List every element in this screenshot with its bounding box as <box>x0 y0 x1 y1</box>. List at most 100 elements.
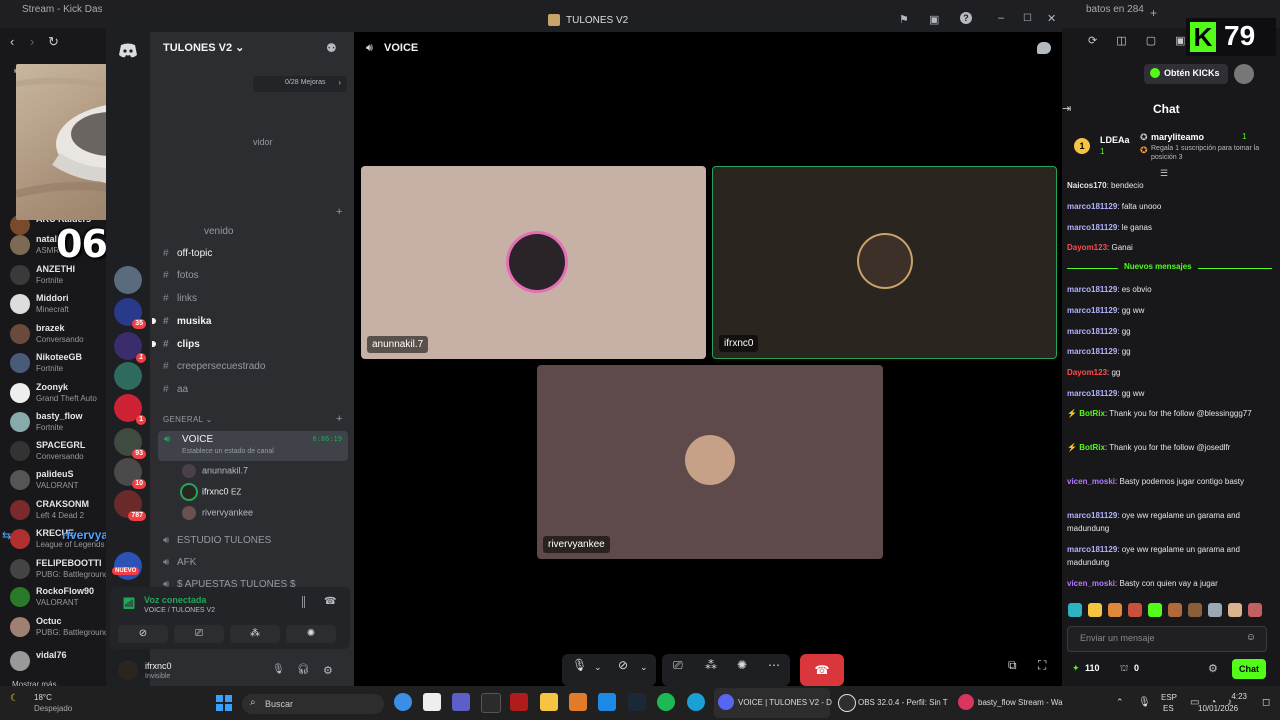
chat-username[interactable]: marco181129 <box>1067 327 1117 336</box>
category-general[interactable]: GENERAL ⌄ <box>163 415 213 424</box>
channel-label-partial[interactable]: venido <box>204 226 233 237</box>
app-icon[interactable] <box>510 693 528 711</box>
help-icon[interactable]: ? <box>960 12 972 24</box>
server-icon[interactable] <box>114 552 142 580</box>
channel-aa[interactable]: # aa <box>163 384 188 402</box>
participant-tile[interactable]: anunnakil.7 <box>361 166 706 359</box>
server-icon[interactable]: 10 <box>114 458 146 489</box>
teams-icon[interactable] <box>452 693 470 711</box>
taskbar-app-browser[interactable]: basty_flow Stream - Wa <box>954 688 1070 718</box>
followed-channel[interactable]: basty_flow Fortnite <box>8 409 106 437</box>
clock-time[interactable]: 4:23 <box>1223 692 1247 701</box>
voice-connected-channel[interactable]: VOICE / TULONES V2 <box>144 607 215 614</box>
chat-username[interactable]: marco181129 <box>1067 202 1117 211</box>
soundboard-button[interactable]: ✺ <box>737 658 747 672</box>
forward-icon[interactable]: › <box>30 34 34 49</box>
server-name[interactable]: TULONES V2 ⌄ <box>163 41 244 54</box>
browser-tab[interactable]: Stream - Kick Dash <box>22 4 102 24</box>
settings-gear-icon[interactable]: ⚙ <box>323 664 333 677</box>
avatar[interactable] <box>1234 64 1254 84</box>
server-icon[interactable] <box>114 266 142 294</box>
send-chat-button[interactable]: Chat <box>1232 659 1266 679</box>
channel-label-partial[interactable]: vidor <box>253 137 273 147</box>
headphones-icon[interactable]: 🎧︎ <box>297 664 310 675</box>
disconnect-button[interactable]: ☎ <box>800 654 844 686</box>
close-icon[interactable]: ✕ <box>1047 12 1056 25</box>
weather-icon[interactable]: ☾ <box>10 693 19 704</box>
channel-creepersecuestrado[interactable]: # creepersecuestrado <box>163 361 265 379</box>
language-indicator[interactable]: ESP <box>1161 693 1177 702</box>
chat-settings-icon[interactable]: ⚙ <box>1208 662 1218 675</box>
discord-home-icon[interactable] <box>114 36 142 64</box>
taskbar-app-obs[interactable]: OBS 32.0.4 - Perfil: Sin T <box>834 688 950 718</box>
chevron-down-icon[interactable]: ⌄ <box>640 662 648 673</box>
chat-username[interactable]: BotRix <box>1079 409 1105 418</box>
add-member-icon[interactable]: ⚉ <box>326 41 337 55</box>
chat-username[interactable]: BotRix <box>1079 443 1105 452</box>
voice-channel-active[interactable]: 🔊︎ VOICE 6:86:19 Establece un estado de … <box>158 431 348 461</box>
voice-user[interactable]: rivervyankee <box>182 506 253 524</box>
followed-channel[interactable]: brazek Conversando <box>8 321 106 349</box>
taskbar-search[interactable]: ⌕ Buscar <box>242 694 384 714</box>
participant-tile-speaking[interactable]: ifrxnc0 <box>712 166 1057 359</box>
followed-channel[interactable]: SPACEGRL Conversando <box>8 438 106 466</box>
top-gifter-name[interactable]: LDEAa <box>1100 135 1130 145</box>
spotify-icon[interactable] <box>657 693 675 711</box>
server-icon[interactable] <box>114 362 142 390</box>
noise-suppression-icon[interactable]: ║ <box>300 597 307 608</box>
server-icon[interactable]: 1 <box>114 332 146 363</box>
chat-username[interactable]: Dayom123 <box>1067 243 1107 252</box>
camera-off-button[interactable]: ⊘ <box>618 658 628 672</box>
activities-button[interactable]: ⁂ <box>230 625 280 643</box>
voice-channel-afk[interactable]: 🔊︎ AFK <box>163 557 196 575</box>
followed-channel[interactable]: NikoteeGB Fortnite <box>8 350 106 378</box>
channel-fotos[interactable]: # fotos <box>163 270 199 288</box>
voice-user[interactable]: ifrxnc0 EZ <box>182 485 241 503</box>
app-icon[interactable] <box>569 693 587 711</box>
minimize-icon[interactable]: – <box>998 12 1004 24</box>
followed-channel[interactable]: Octuc PUBG: Battlegrounds <box>8 614 112 642</box>
chat-input[interactable]: Enviar un mensaje ☺ <box>1067 626 1267 652</box>
activities-button[interactable]: ⁂ <box>705 658 717 672</box>
back-icon[interactable]: ‹ <box>10 34 14 49</box>
reload-icon[interactable]: ↻ <box>48 34 59 50</box>
followed-channel[interactable]: vidal76 <box>8 648 106 676</box>
boost-bar[interactable]: 0/28 Mejoras › <box>253 76 347 92</box>
server-icon[interactable]: 787 <box>114 490 146 521</box>
avatar[interactable] <box>118 660 138 680</box>
channel-musika[interactable]: # musika <box>163 316 211 334</box>
chat-username[interactable]: Naicos170 <box>1067 181 1107 190</box>
voice-user[interactable]: anunnakil.7 <box>182 464 248 482</box>
add-channel-icon[interactable]: + <box>336 206 342 218</box>
voice-channel-apuestas[interactable]: 🔊︎ $ APUESTAS TULONES $ <box>163 579 296 587</box>
microphone-icon[interactable]: 🎙︎ <box>272 664 285 675</box>
maximize-icon[interactable]: ☐ <box>1023 13 1032 24</box>
chat-username[interactable]: marco181129 <box>1067 306 1117 315</box>
followed-channel[interactable]: ANZETHI Fortnite <box>8 262 106 290</box>
followed-channel[interactable]: CRAKSONM Left 4 Dead 2 <box>8 497 106 525</box>
followed-channel[interactable]: RockoFlow90 VALORANT <box>8 584 106 612</box>
chat-username[interactable]: marco181129 <box>1067 545 1117 554</box>
camera-off-button[interactable]: ⊘ <box>118 625 168 643</box>
menu-icon[interactable]: ☰ <box>1160 168 1168 179</box>
chat-username[interactable]: marco181129 <box>1067 285 1117 294</box>
flag-icon[interactable]: ⚑ <box>899 13 909 26</box>
tray-overflow-icon[interactable]: ⌃ <box>1116 697 1124 708</box>
notification-icon[interactable]: ◻ <box>1262 697 1270 708</box>
inbox-icon[interactable]: ▣ <box>929 13 939 26</box>
microphone-button[interactable]: 🎙︎ <box>572 658 587 672</box>
chat-username[interactable]: marco181129 <box>1067 347 1117 356</box>
voice-channel-estudio[interactable]: 🔊︎ ESTUDIO TULONES <box>163 535 271 553</box>
outlook-icon[interactable] <box>598 693 616 711</box>
server-icon[interactable]: 93 <box>114 428 146 459</box>
followed-channel[interactable]: FELIPEBOOTTI PUBG: Battlegrounds <box>8 556 112 584</box>
taskbar-app-discord[interactable]: VOICE | TULONES V2 - D <box>714 688 832 718</box>
server-icon[interactable]: 35 <box>114 298 146 329</box>
screen-share-button[interactable]: ⎚ <box>174 625 224 643</box>
add-channel-icon[interactable]: + <box>336 413 342 425</box>
server-icon[interactable]: 1 <box>114 394 146 425</box>
followed-channel[interactable]: Middori Minecraft <box>8 291 106 319</box>
collapse-chat-icon[interactable]: ⇥ <box>1062 102 1071 115</box>
points-count[interactable]: 110 <box>1085 663 1100 673</box>
followed-channel[interactable]: Zoonyk Grand Theft Auto <box>8 380 106 408</box>
